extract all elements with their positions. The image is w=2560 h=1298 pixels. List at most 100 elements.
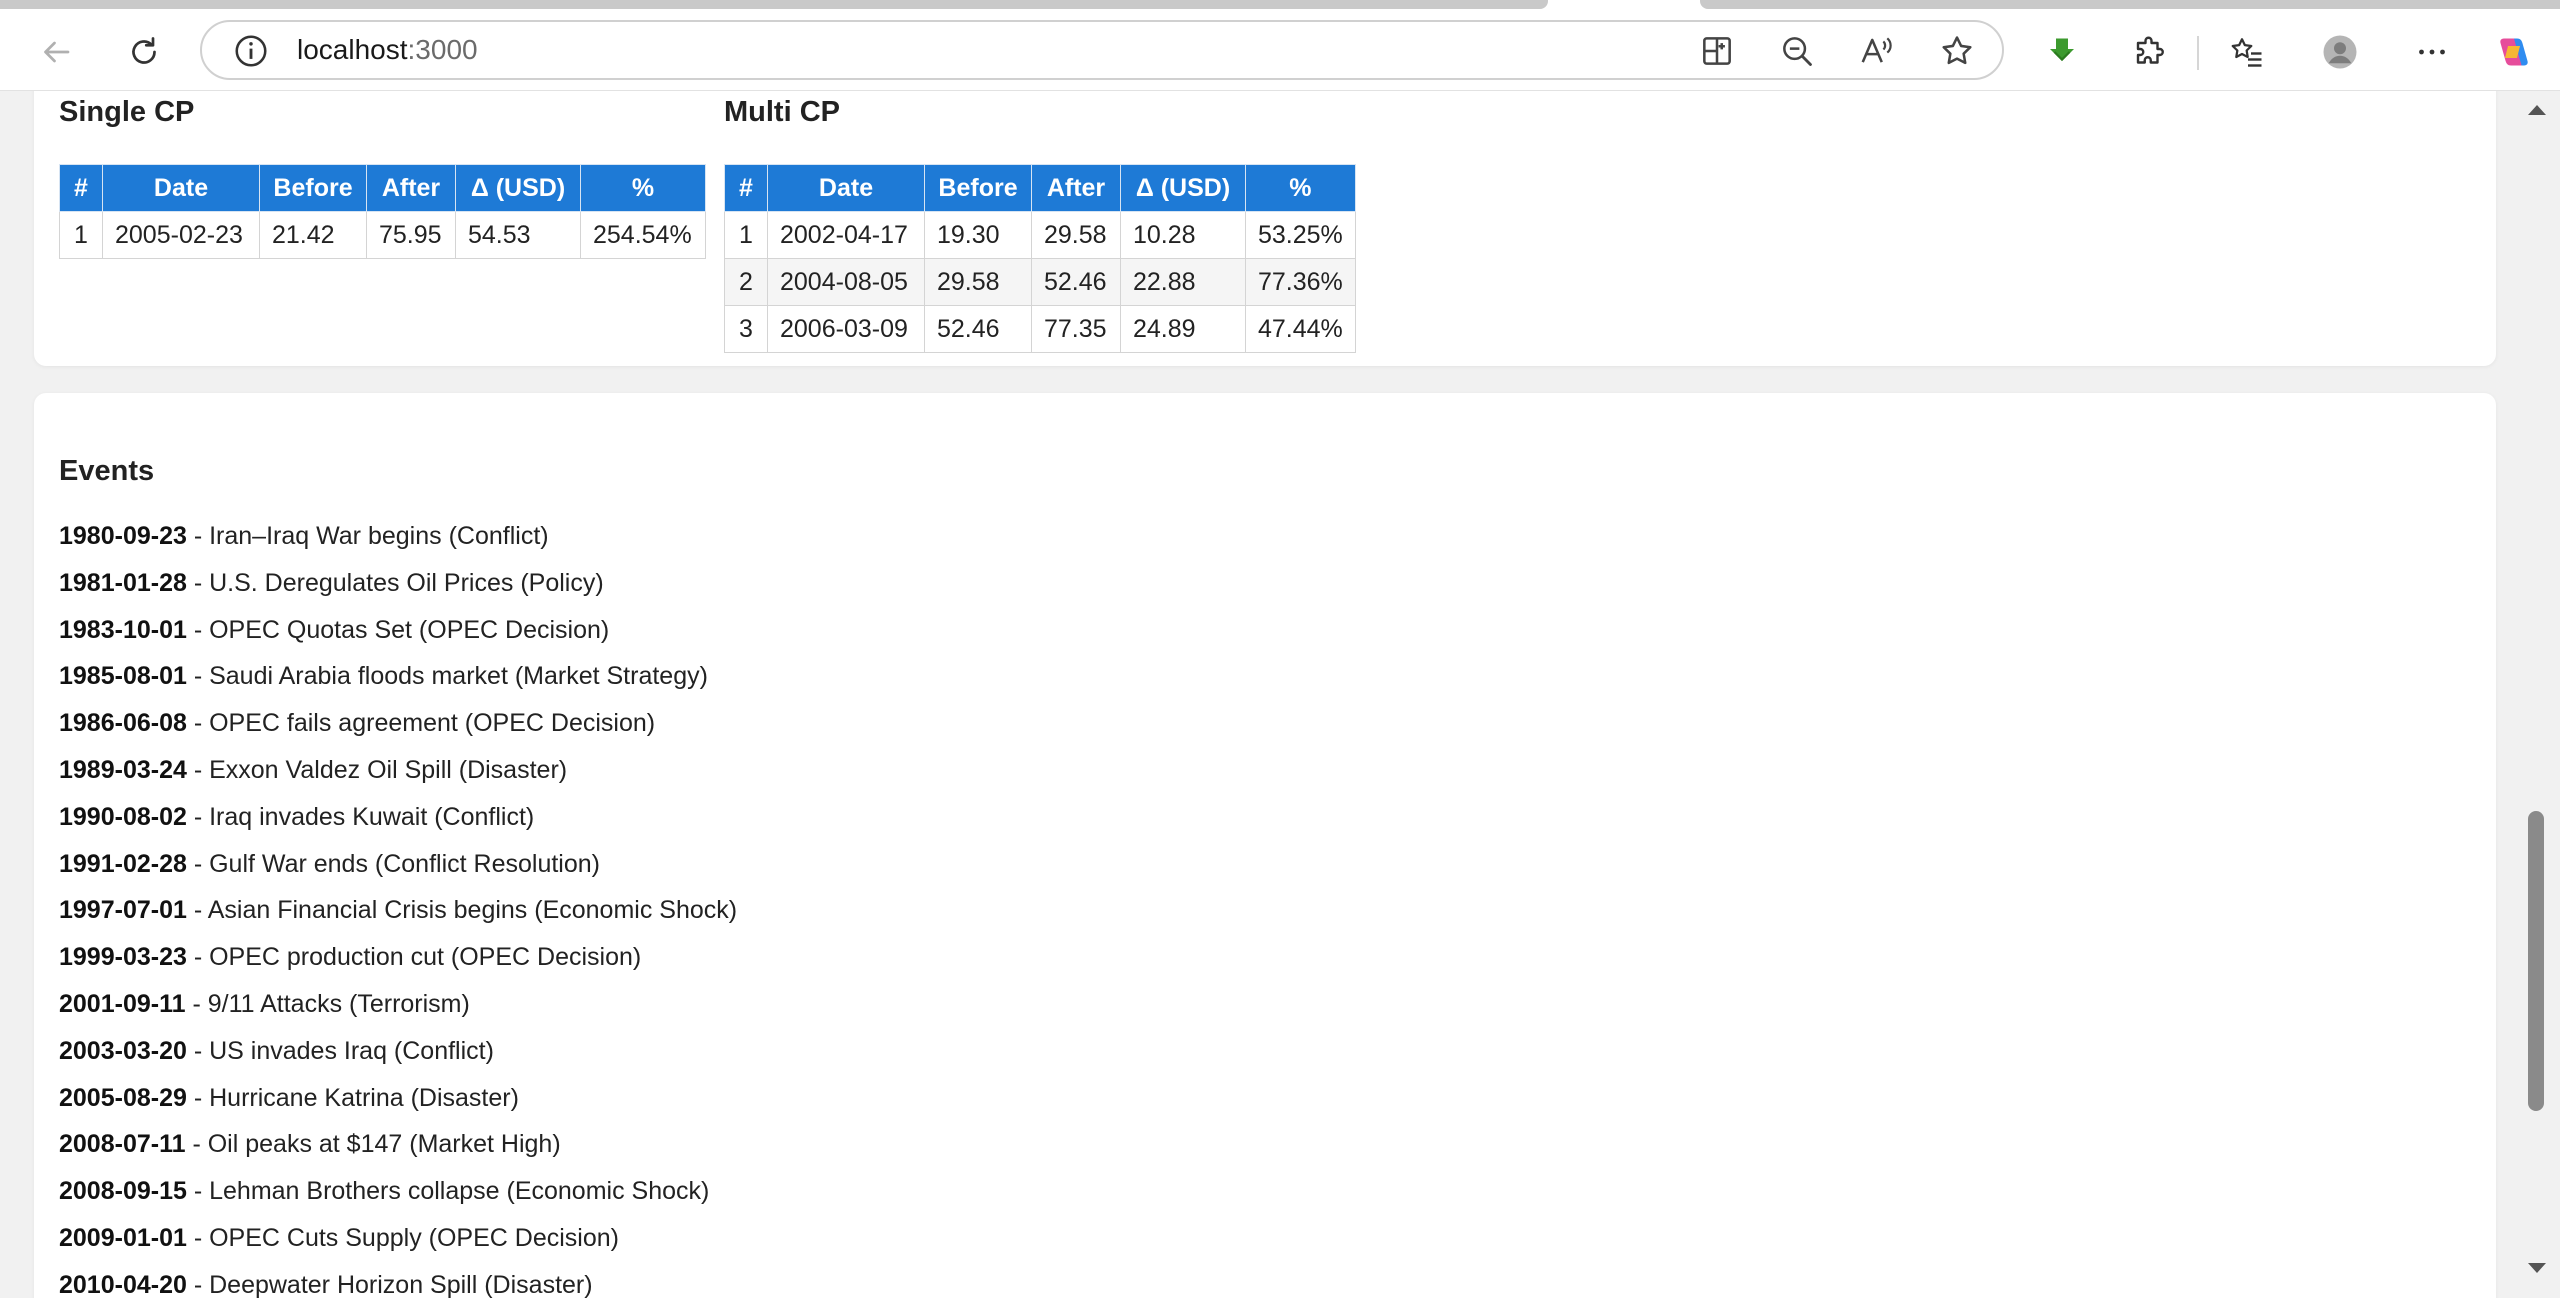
cell-delta: 22.88: [1120, 258, 1246, 306]
copilot-button[interactable]: [2488, 26, 2540, 78]
multi-cp-title: Multi CP: [724, 96, 840, 128]
event-date: 1997-07-01: [59, 896, 187, 925]
event-text: - Gulf War ends (Conflict Resolution): [186, 849, 600, 878]
event-text: - Saudi Arabia floods market (Market Str…: [186, 662, 708, 691]
event-date: 2003-03-20: [59, 1036, 187, 1065]
event-text: - Deepwater Horizon Spill (Disaster): [186, 1270, 593, 1298]
event-date: 1985-08-01: [59, 662, 187, 691]
event-date: 1983-10-01: [59, 615, 187, 644]
col-after: After: [1031, 164, 1121, 212]
list-item: 1985-08-01 - Saudi Arabia floods market …: [59, 653, 737, 700]
extensions-button[interactable]: [2124, 26, 2176, 78]
event-text: - Hurricane Katrina (Disaster): [186, 1083, 519, 1112]
cell-before: 21.42: [259, 211, 367, 259]
back-icon: [44, 41, 70, 63]
cell-delta: 10.28: [1120, 211, 1246, 259]
profile-button[interactable]: [2314, 26, 2366, 78]
changepoint-card: Single CP # Date Before After Δ (USD) % …: [34, 91, 2496, 366]
cell-after: 29.58: [1031, 211, 1121, 259]
event-date: 2010-04-20: [59, 1270, 187, 1298]
list-item: 2010-04-20 - Deepwater Horizon Spill (Di…: [59, 1262, 737, 1298]
tab-strip-right: [1700, 0, 2560, 9]
list-item: 1983-10-01 - OPEC Quotas Set (OPEC Decis…: [59, 607, 737, 654]
list-item: 1986-06-08 - OPEC fails agreement (OPEC …: [59, 700, 737, 747]
events-card: Events 1980-09-23 - Iran–Iraq War begins…: [34, 393, 2496, 1298]
list-item: 2003-03-20 - US invades Iraq (Conflict): [59, 1028, 737, 1075]
col-percent: %: [580, 164, 706, 212]
url-text: localhost:3000: [297, 22, 478, 78]
cell-date: 2004-08-05: [767, 258, 925, 306]
cell-after: 75.95: [366, 211, 456, 259]
col-percent: %: [1245, 164, 1356, 212]
cell-percent: 47.44%: [1245, 305, 1356, 353]
back-button[interactable]: [30, 26, 82, 78]
favorites-list-icon: [2231, 38, 2262, 67]
list-item: 1991-02-28 - Gulf War ends (Conflict Res…: [59, 841, 737, 888]
download-button[interactable]: [2036, 26, 2088, 78]
cell-percent: 53.25%: [1245, 211, 1356, 259]
list-item: 1981-01-28 - U.S. Deregulates Oil Prices…: [59, 560, 737, 607]
scroll-down-arrow-icon[interactable]: [2528, 1263, 2546, 1273]
list-item: 2009-01-01 - OPEC Cuts Supply (OPEC Deci…: [59, 1215, 737, 1262]
event-text: - OPEC Quotas Set (OPEC Decision): [186, 615, 610, 644]
scroll-up-arrow-icon[interactable]: [2528, 105, 2546, 115]
list-item: 1989-03-24 - Exxon Valdez Oil Spill (Dis…: [59, 747, 737, 794]
event-date: 1981-01-28: [59, 568, 187, 597]
cell-before: 52.46: [924, 305, 1032, 353]
split-screen-icon[interactable]: [1698, 32, 1736, 70]
event-text: - OPEC Cuts Supply (OPEC Decision): [186, 1223, 619, 1252]
reload-button[interactable]: [118, 26, 170, 78]
page-viewport: Single CP # Date Before After Δ (USD) % …: [0, 91, 2560, 1298]
tab-strip: [0, 0, 2560, 14]
event-date: 2008-09-15: [59, 1177, 187, 1206]
more-menu-button[interactable]: [2406, 26, 2458, 78]
read-aloud-icon[interactable]: [1858, 32, 1896, 70]
event-date: 2008-07-11: [59, 1130, 186, 1159]
site-info-icon[interactable]: [232, 32, 270, 70]
favorite-star-icon[interactable]: [1938, 32, 1976, 70]
event-date: 1999-03-23: [59, 943, 187, 972]
event-text: - Exxon Valdez Oil Spill (Disaster): [186, 755, 568, 784]
events-title: Events: [59, 455, 155, 487]
favorites-button[interactable]: [2222, 26, 2274, 78]
cell-index: 1: [59, 211, 103, 259]
scrollbar-thumb[interactable]: [2528, 811, 2544, 1111]
event-text: - OPEC production cut (OPEC Decision): [186, 943, 642, 972]
page-scrollbar[interactable]: [2524, 91, 2560, 1298]
address-bar[interactable]: localhost:3000: [200, 20, 2004, 80]
col-delta-usd: Δ (USD): [455, 164, 581, 212]
multi-cp-table: # Date Before After Δ (USD) % 1 2002-04-…: [724, 164, 1356, 353]
event-date: 1990-08-02: [59, 802, 187, 831]
event-date: 2009-01-01: [59, 1223, 187, 1252]
col-before: Before: [924, 164, 1032, 212]
url-host: localhost: [297, 34, 408, 65]
zoom-out-icon[interactable]: [1778, 32, 1816, 70]
cell-date: 2006-03-09: [767, 305, 925, 353]
url-port: :3000: [407, 34, 478, 65]
event-text: - Iran–Iraq War begins (Conflict): [186, 522, 549, 550]
extensions-icon: [2136, 36, 2164, 64]
more-icon: [2419, 49, 2445, 55]
cell-index: 3: [724, 305, 768, 353]
list-item: 2001-09-11 - 9/11 Attacks (Terrorism): [59, 981, 737, 1028]
event-text: - 9/11 Attacks (Terrorism): [185, 989, 470, 1018]
cell-index: 1: [724, 211, 768, 259]
list-item: 2005-08-29 - Hurricane Katrina (Disaster…: [59, 1075, 737, 1122]
table-row: 1 2005-02-23 21.42 75.95 54.53 254.54%: [59, 211, 706, 259]
event-date: 1986-06-08: [59, 709, 187, 738]
col-delta-usd: Δ (USD): [1120, 164, 1246, 212]
table-row: 3 2006-03-09 52.46 77.35 24.89 47.44%: [724, 305, 1356, 353]
event-date: 1991-02-28: [59, 849, 187, 878]
cell-after: 77.35: [1031, 305, 1121, 353]
col-index: #: [724, 164, 768, 212]
event-date: 2001-09-11: [59, 989, 186, 1018]
browser-toolbar: localhost:3000: [0, 14, 2560, 91]
event-text: - US invades Iraq (Conflict): [186, 1036, 494, 1065]
profile-icon: [2323, 35, 2357, 69]
single-cp-table: # Date Before After Δ (USD) % 1 2005-02-…: [59, 164, 706, 259]
list-item: 1980-09-23 - Iran–Iraq War begins (Confl…: [59, 513, 737, 560]
col-date: Date: [102, 164, 260, 212]
table-row: 1 2002-04-17 19.30 29.58 10.28 53.25%: [724, 211, 1356, 259]
cell-delta: 54.53: [455, 211, 581, 259]
list-item: 2008-09-15 - Lehman Brothers collapse (E…: [59, 1168, 737, 1215]
